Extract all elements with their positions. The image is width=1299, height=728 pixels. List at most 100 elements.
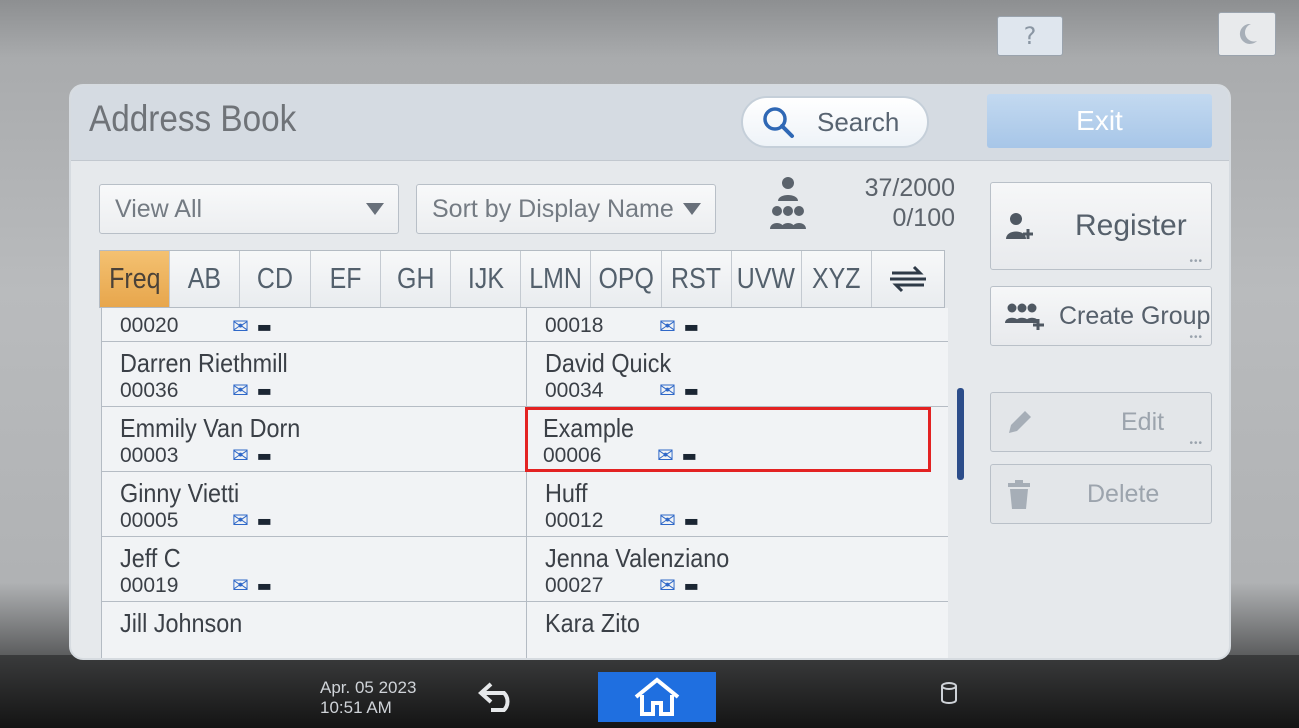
folder-icon: ▬: [256, 381, 272, 400]
tab-label: EF: [329, 262, 362, 295]
moon-icon: [1239, 23, 1257, 44]
entry-name: Jill Johnson: [120, 608, 243, 638]
search-icon: [763, 107, 794, 138]
pencil-icon: [1009, 411, 1031, 433]
chevron-down-icon: [683, 203, 701, 215]
help-button[interactable]: ?: [997, 16, 1063, 56]
address-book-panel: Address Book Search Exit View All Sort b…: [69, 84, 1231, 660]
system-status-bar: Apr. 05 2023 10:51 AM: [0, 666, 1299, 728]
entry-name: Jenna Valenziano: [545, 543, 730, 573]
add-user-icon: [1006, 213, 1033, 239]
back-arrow-icon: [478, 682, 510, 712]
tab-ab[interactable]: AB: [170, 251, 241, 307]
storage-icon: [941, 682, 957, 704]
help-label: ?: [1023, 22, 1037, 50]
folder-icon: ▬: [683, 576, 699, 595]
folder-icon: ▬: [681, 446, 697, 465]
register-label: Register: [1075, 209, 1187, 242]
page-title: Address Book: [89, 98, 297, 139]
tab-gh[interactable]: GH: [381, 251, 451, 307]
entry-number: 00027: [545, 574, 604, 597]
entry-number: 00012: [545, 509, 604, 532]
list-item[interactable]: 00018 ✉ ▬: [527, 308, 948, 342]
search-button[interactable]: Search: [741, 96, 929, 148]
list-item[interactable]: 00020 ✉ ▬: [102, 308, 526, 342]
delete-label: Delete: [1087, 479, 1160, 508]
list-item[interactable]: Huff 00012 ✉ ▬: [527, 472, 948, 537]
folder-icon: ▬: [256, 317, 272, 336]
view-filter-value: View All: [115, 194, 203, 223]
device-screen: ? Address Book Search Exit View All Sort…: [0, 0, 1299, 728]
home-button[interactable]: [598, 672, 716, 722]
sort-dropdown[interactable]: Sort by Display Name: [416, 184, 716, 234]
entry-number: 00003: [120, 444, 179, 467]
tab-cd[interactable]: CD: [240, 251, 311, 307]
chevron-down-icon: [366, 203, 384, 215]
email-icon: ✉: [659, 573, 676, 597]
date-text: Apr. 05 2023: [320, 678, 417, 697]
trash-icon: [1008, 480, 1030, 509]
entry-name: Kara Zito: [545, 608, 640, 638]
date-time: Apr. 05 2023 10:51 AM: [320, 678, 416, 718]
list-item[interactable]: Jill Johnson: [102, 602, 526, 658]
entry-number: 00006: [543, 444, 602, 467]
tab-label: CD: [256, 262, 293, 295]
email-icon: ✉: [232, 378, 249, 402]
entry-name: Darren Riethmill: [120, 348, 288, 378]
tab-ijk[interactable]: IJK: [451, 251, 522, 307]
email-icon: ✉: [657, 443, 674, 467]
tab-label: LMN: [529, 262, 583, 295]
list-item[interactable]: Emmily Van Dorn 00003 ✉ ▬: [102, 407, 526, 472]
list-item[interactable]: Darren Riethmill 00036 ✉ ▬: [102, 342, 526, 407]
list-item[interactable]: David Quick 00034 ✉ ▬: [527, 342, 948, 407]
tab-label: UVW: [737, 262, 796, 295]
address-list: 00020 ✉ ▬ Darren Riethmill 00036 ✉ ▬ Emmil…: [101, 308, 948, 658]
tab-lmn[interactable]: LMN: [521, 251, 592, 307]
entry-number: 00018: [545, 314, 604, 337]
entry-name: Example: [543, 413, 635, 443]
tab-freq[interactable]: Freq: [100, 251, 171, 307]
entry-number: 00034: [545, 379, 604, 402]
more-options-indicator: •••: [1189, 438, 1203, 449]
entry-name: Emmily Van Dorn: [120, 413, 301, 443]
entry-name: Huff: [545, 478, 588, 508]
group-icon: [770, 206, 806, 229]
list-item[interactable]: Jeff C 00019 ✉ ▬: [102, 537, 526, 602]
back-button[interactable]: [470, 676, 530, 716]
list-item-highlighted[interactable]: Example 00006 ✉ ▬: [525, 407, 931, 472]
register-button[interactable]: Register •••: [990, 182, 1212, 270]
delete-button[interactable]: Delete: [990, 464, 1212, 524]
sleep-mode-button[interactable]: [1218, 12, 1276, 56]
tab-label: Freq: [108, 262, 161, 295]
switch-view-button[interactable]: [872, 251, 944, 307]
entry-number: 00020: [120, 314, 179, 337]
view-filter-dropdown[interactable]: View All: [99, 184, 399, 234]
edit-button[interactable]: Edit •••: [990, 392, 1212, 452]
tab-xyz[interactable]: XYZ: [802, 251, 873, 307]
tab-label: XYZ: [812, 262, 861, 295]
email-icon: ✉: [232, 508, 249, 532]
address-column-left: 00020 ✉ ▬ Darren Riethmill 00036 ✉ ▬ Emmil…: [102, 308, 527, 658]
search-label: Search: [817, 106, 900, 137]
tab-label: OPQ: [598, 262, 654, 295]
tab-ef[interactable]: EF: [311, 251, 381, 307]
entry-name: Jeff C: [120, 543, 181, 573]
tab-label: RST: [671, 262, 722, 295]
swap-icon: [890, 265, 927, 293]
list-item[interactable]: Kara Zito: [527, 602, 948, 658]
more-options-indicator: •••: [1189, 256, 1203, 267]
email-icon: ✉: [232, 314, 249, 338]
folder-icon: ▬: [256, 446, 272, 465]
create-group-button[interactable]: Create Group •••: [990, 286, 1212, 346]
tab-opq[interactable]: OPQ: [591, 251, 662, 307]
entry-name: David Quick: [545, 348, 672, 378]
tab-uvw[interactable]: UVW: [732, 251, 802, 307]
tab-rst[interactable]: RST: [662, 251, 732, 307]
exit-button[interactable]: Exit: [987, 94, 1212, 148]
list-item[interactable]: Ginny Vietti 00005 ✉ ▬: [102, 472, 526, 537]
create-group-label: Create Group: [1059, 301, 1211, 330]
list-scrollbar[interactable]: [957, 388, 964, 480]
list-item[interactable]: Jenna Valenziano 00027 ✉ ▬: [527, 537, 948, 602]
email-icon: ✉: [232, 443, 249, 467]
folder-icon: ▬: [683, 317, 699, 336]
